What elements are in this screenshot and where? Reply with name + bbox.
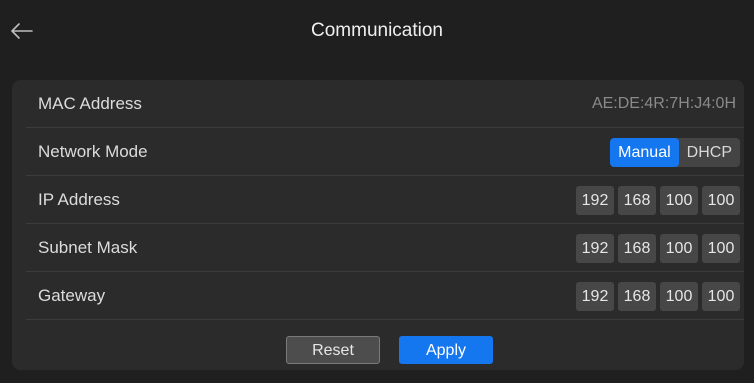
- gateway-octet-2-input[interactable]: 168: [618, 282, 656, 311]
- subnet-mask-row: Subnet Mask 192 168 100 100: [26, 224, 744, 272]
- page-title: Communication: [311, 20, 443, 41]
- ip-address-field: 192 168 100 100: [576, 186, 740, 215]
- mac-address-value: AE:DE:4R:7H:J4:0H: [591, 95, 736, 112]
- reset-button[interactable]: Reset: [286, 336, 380, 364]
- subnet-octet-3-input[interactable]: 100: [660, 234, 698, 263]
- network-mode-dhcp-option[interactable]: DHCP: [679, 138, 740, 167]
- gateway-octet-1-input[interactable]: 192: [576, 282, 614, 311]
- ip-address-label: IP Address: [38, 190, 120, 209]
- subnet-octet-2-input[interactable]: 168: [618, 234, 656, 263]
- gateway-label: Gateway: [38, 286, 106, 305]
- subnet-mask-label: Subnet Mask: [38, 238, 138, 257]
- arrow-left-icon[interactable]: [10, 20, 34, 42]
- mac-address-label: MAC Address: [38, 94, 142, 113]
- apply-button[interactable]: Apply: [399, 336, 493, 364]
- ip-octet-4-input[interactable]: 100: [702, 186, 740, 215]
- ip-octet-3-input[interactable]: 100: [660, 186, 698, 215]
- network-mode-toggle: Manual DHCP: [610, 138, 740, 167]
- gateway-field: 192 168 100 100: [576, 282, 740, 311]
- gateway-octet-4-input[interactable]: 100: [702, 282, 740, 311]
- settings-panel: MAC Address AE:DE:4R:7H:J4:0H Network Mo…: [12, 80, 744, 370]
- subnet-octet-4-input[interactable]: 100: [702, 234, 740, 263]
- ip-octet-1-input[interactable]: 192: [576, 186, 614, 215]
- top-bar: Communication: [0, 0, 754, 62]
- mac-address-row: MAC Address AE:DE:4R:7H:J4:0H: [26, 80, 744, 128]
- ip-octet-2-input[interactable]: 168: [618, 186, 656, 215]
- gateway-row: Gateway 192 168 100 100: [26, 272, 744, 320]
- gateway-octet-3-input[interactable]: 100: [660, 282, 698, 311]
- ip-address-row: IP Address 192 168 100 100: [26, 176, 744, 224]
- network-mode-manual-option[interactable]: Manual: [610, 138, 679, 167]
- network-mode-label: Network Mode: [38, 142, 148, 161]
- action-bar: Reset Apply: [12, 336, 744, 366]
- subnet-octet-1-input[interactable]: 192: [576, 234, 614, 263]
- subnet-mask-field: 192 168 100 100: [576, 234, 740, 263]
- network-mode-row: Network Mode Manual DHCP: [26, 128, 744, 176]
